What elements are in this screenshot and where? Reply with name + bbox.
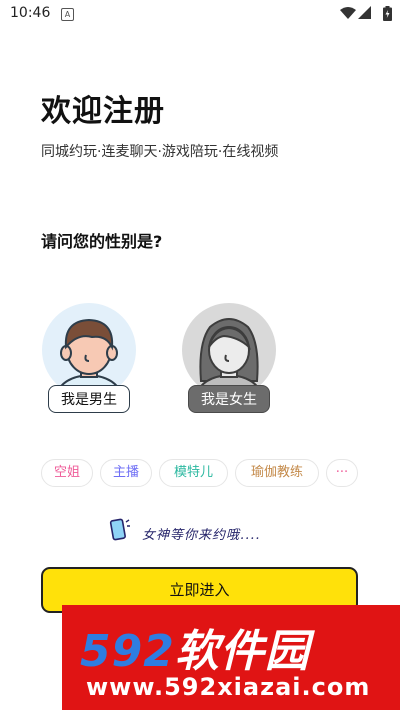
watermark-url: www.592xiazai.com (86, 673, 371, 701)
watermark-brand-text: 软件园 (174, 626, 310, 677)
watermark-brand: 592软件园 (80, 615, 310, 679)
female-option[interactable]: 我是女生 (180, 303, 278, 413)
gender-question: 请问您的性别是? (41, 232, 163, 251)
slogan-text: 女神等你来约哦.... (142, 528, 261, 543)
battery-icon (383, 6, 392, 21)
tag-streamer[interactable]: 主播 (100, 459, 152, 487)
watermark-brand-digits: 592 (80, 626, 175, 677)
page-title: 欢迎注册 (41, 94, 165, 129)
status-time: 10:46 (10, 5, 51, 21)
notification-icon: A (61, 8, 74, 21)
tag-stewardess[interactable]: 空姐 (41, 459, 93, 487)
wifi-icon (340, 7, 356, 19)
male-option[interactable]: 我是男生 (40, 303, 138, 413)
tag-more[interactable]: ··· (326, 459, 358, 487)
page-subtitle: 同城约玩·连麦聊天·游戏陪玩·在线视频 (41, 144, 279, 160)
watermark-banner: 592软件园 www.592xiazai.com (62, 605, 400, 710)
tag-yoga-coach[interactable]: 瑜伽教练 (235, 459, 319, 487)
tag-model[interactable]: 模特儿 (159, 459, 228, 487)
female-option-label: 我是女生 (188, 385, 270, 413)
status-bar: 10:46 A (0, 0, 400, 28)
signal-icon (358, 6, 371, 19)
male-option-label: 我是男生 (48, 385, 130, 413)
phone-icon (109, 518, 130, 541)
